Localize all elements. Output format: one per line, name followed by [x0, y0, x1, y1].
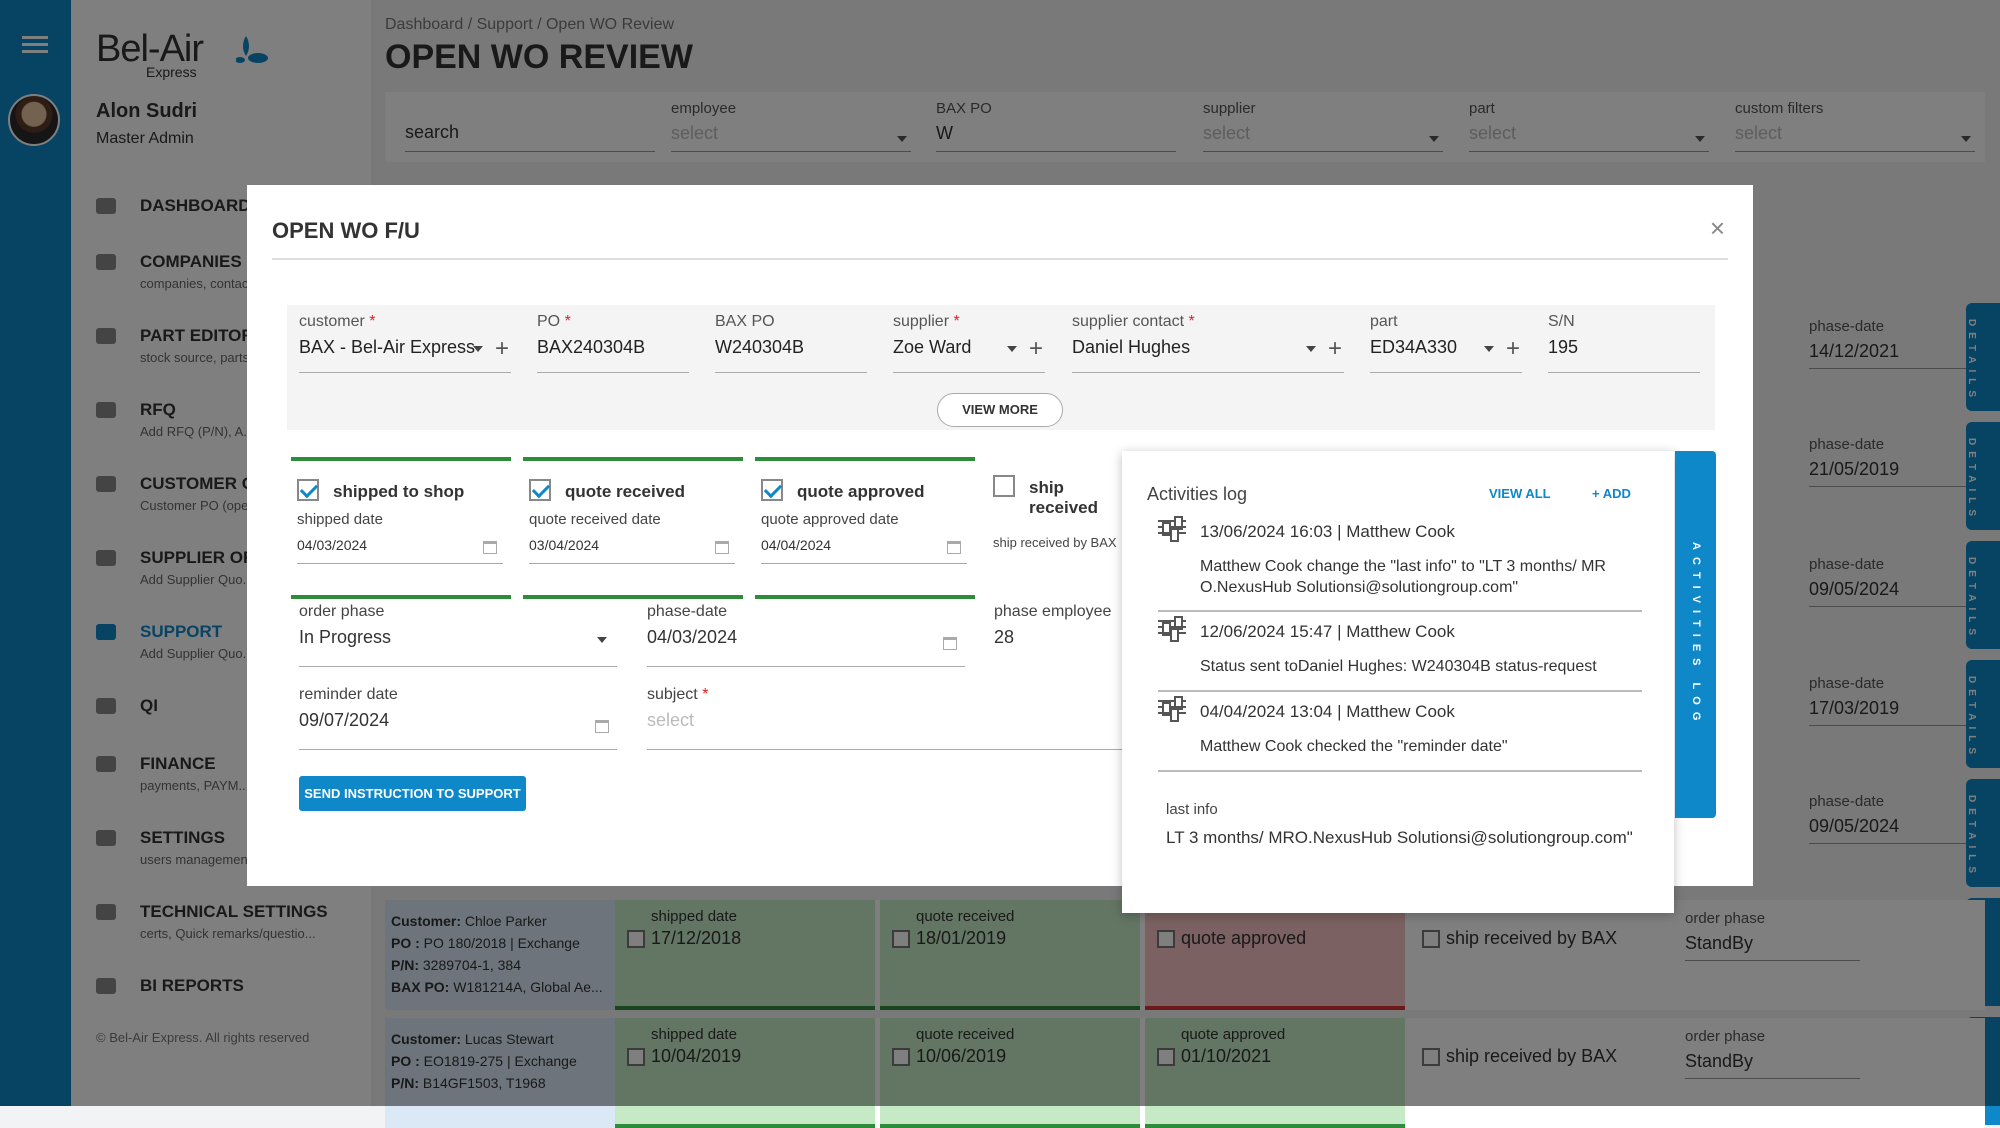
shipped-to-shop-group: shipped to shop shipped date 04/03/2024 [291, 457, 511, 567]
chevron-down-icon [1007, 346, 1017, 357]
calendar-icon [947, 541, 961, 554]
shipped-to-shop-checkbox[interactable] [297, 479, 319, 501]
view-more-button[interactable]: VIEW MORE [937, 393, 1063, 427]
plus-icon[interactable]: + [1506, 335, 1520, 363]
sn-field[interactable]: S/N 195 [1548, 313, 1700, 373]
modal-title: OPEN WO F/U [272, 218, 420, 243]
last-info-value: LT 3 months/ MRO.NexusHub Solutionsi@sol… [1166, 828, 1633, 847]
chevron-down-icon [597, 637, 607, 648]
activities-log-tab[interactable]: ACTIVITIES LOG [1675, 451, 1716, 818]
calendar-icon [943, 637, 957, 650]
baxpo-field[interactable]: BAX PO W240304B [715, 313, 867, 373]
chevron-down-icon [473, 346, 483, 357]
status-line [755, 595, 975, 599]
phase-employee-field[interactable]: phase employee 28 [994, 603, 1122, 667]
sliders-icon [1158, 516, 1186, 542]
shipped-date-input[interactable]: 04/03/2024 [297, 537, 503, 564]
order-phase-select[interactable]: order phase In Progress [299, 603, 617, 667]
divider [272, 258, 1728, 260]
supplier-select[interactable]: supplier * Zoe Ward + [893, 313, 1045, 373]
activity-entry[interactable]: 04/04/2024 13:04 | Matthew Cook Matthew … [1158, 696, 1642, 772]
po-field[interactable]: PO * BAX240304B [537, 313, 689, 373]
phase-date-input[interactable]: phase-date 04/03/2024 [647, 603, 965, 667]
plus-icon[interactable]: + [1029, 335, 1043, 363]
add-activity-button[interactable]: + ADD [1592, 486, 1631, 501]
close-icon[interactable]: × [1710, 213, 1725, 244]
send-instruction-button[interactable]: SEND INSTRUCTION TO SUPPORT [299, 776, 526, 811]
activities-title: Activities log [1147, 484, 1248, 504]
customer-select[interactable]: customer * BAX - Bel-Air Express + [299, 313, 511, 373]
quote-approved-date-input[interactable]: 04/04/2024 [761, 537, 967, 564]
reminder-date-input[interactable]: reminder date 09/07/2024 [299, 686, 617, 750]
chevron-down-icon [1306, 346, 1316, 357]
supplier-contact-select[interactable]: supplier contact * Daniel Hughes + [1072, 313, 1344, 373]
sliders-icon [1158, 616, 1186, 642]
subject-select[interactable]: subject * select [647, 686, 1122, 750]
activity-entry[interactable]: 13/06/2024 16:03 | Matthew Cook Matthew … [1158, 516, 1642, 612]
quote-received-group: quote received quote received date 03/04… [523, 457, 743, 567]
calendar-icon [595, 720, 609, 733]
last-info-label: last info [1166, 801, 1218, 818]
chevron-down-icon [1484, 346, 1494, 357]
sliders-icon [1158, 696, 1186, 722]
part-select[interactable]: part ED34A330 + [1370, 313, 1522, 373]
calendar-icon [483, 541, 497, 554]
quote-received-date-input[interactable]: 03/04/2024 [529, 537, 735, 564]
calendar-icon [715, 541, 729, 554]
ship-received-checkbox[interactable] [993, 475, 1015, 497]
status-line [291, 595, 511, 599]
plus-icon[interactable]: + [495, 335, 509, 363]
plus-icon[interactable]: + [1328, 335, 1342, 363]
quote-approved-group: quote approved quote approved date 04/04… [755, 457, 975, 567]
quote-approved-checkbox[interactable] [761, 479, 783, 501]
activity-entry[interactable]: 12/06/2024 15:47 | Matthew Cook Status s… [1158, 616, 1642, 692]
view-all-button[interactable]: VIEW ALL [1489, 486, 1551, 501]
status-line [523, 595, 743, 599]
quote-received-checkbox[interactable] [529, 479, 551, 501]
activities-log-panel: Activities log VIEW ALL + ADD 13/06/2024… [1122, 451, 1674, 913]
ship-received-group: ship received ship received by BAX [987, 457, 1127, 567]
